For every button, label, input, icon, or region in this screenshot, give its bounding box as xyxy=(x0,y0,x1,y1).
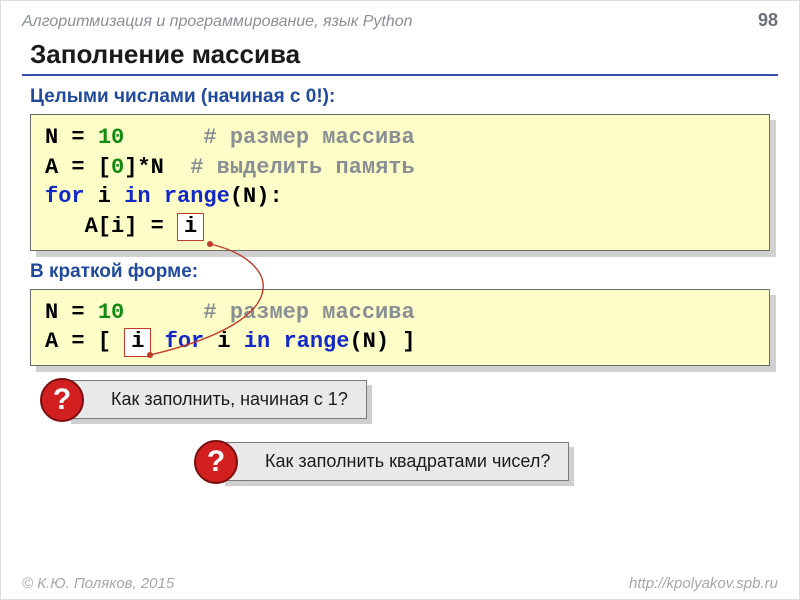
code-block-2: N = 10 # размер массива A = [ i for i in… xyxy=(30,289,770,366)
footer: © К.Ю. Поляков, 2015 http://kpolyakov.sp… xyxy=(22,575,778,592)
code-block-1-body: N = 10 # размер массива A = [0]*N # выде… xyxy=(30,114,770,251)
footer-copyright: © К.Ю. Поляков, 2015 xyxy=(22,575,174,592)
code-number: 0 xyxy=(111,155,124,180)
footer-url: http://kpolyakov.spb.ru xyxy=(629,575,778,592)
code-text: i xyxy=(204,329,244,354)
code-keyword: range xyxy=(151,184,230,209)
code-text: i xyxy=(85,184,125,209)
question-2: Как заполнить квадратами чисел? ? xyxy=(200,442,800,486)
code-text: A = [ xyxy=(45,329,124,354)
code-keyword: in xyxy=(124,184,150,209)
code-text: (N): xyxy=(230,184,283,209)
code-keyword: for xyxy=(165,329,205,354)
question-2-box: Как заполнить квадратами чисел? xyxy=(220,442,569,481)
highlight-token-i-2: i xyxy=(124,328,151,356)
code-number: 10 xyxy=(98,300,124,325)
code-text: A[i] = xyxy=(45,214,177,239)
question-mark-glyph: ? xyxy=(53,383,71,417)
highlight-token-i-1: i xyxy=(177,213,204,241)
code-text: A = [ xyxy=(45,155,111,180)
code-keyword: for xyxy=(45,184,85,209)
code-keyword: in xyxy=(244,329,270,354)
question-mark-icon: ? xyxy=(40,378,84,422)
question-1-box: Как заполнить, начиная с 1? xyxy=(66,380,367,419)
code-block-2-body: N = 10 # размер массива A = [ i for i in… xyxy=(30,289,770,366)
question-mark-icon: ? xyxy=(194,440,238,484)
code-text: ]*N xyxy=(124,155,190,180)
question-1-text: Как заполнить, начиная с 1? xyxy=(111,389,348,409)
code-comment: # размер массива xyxy=(124,125,414,150)
code-text xyxy=(151,329,164,354)
code-text: (N) ] xyxy=(349,329,415,354)
code-comment: # выделить память xyxy=(190,155,414,180)
question-2-text: Как заполнить квадратами чисел? xyxy=(265,451,550,471)
question-1: Как заполнить, начиная с 1? ? xyxy=(46,380,800,424)
code-text: N = xyxy=(45,300,98,325)
code-text: N = xyxy=(45,125,98,150)
code-number: 10 xyxy=(98,125,124,150)
code-comment: # размер массива xyxy=(124,300,414,325)
code-block-1: N = 10 # размер массива A = [0]*N # выде… xyxy=(30,114,770,251)
code-keyword: range xyxy=(270,329,349,354)
question-mark-glyph: ? xyxy=(207,445,225,479)
